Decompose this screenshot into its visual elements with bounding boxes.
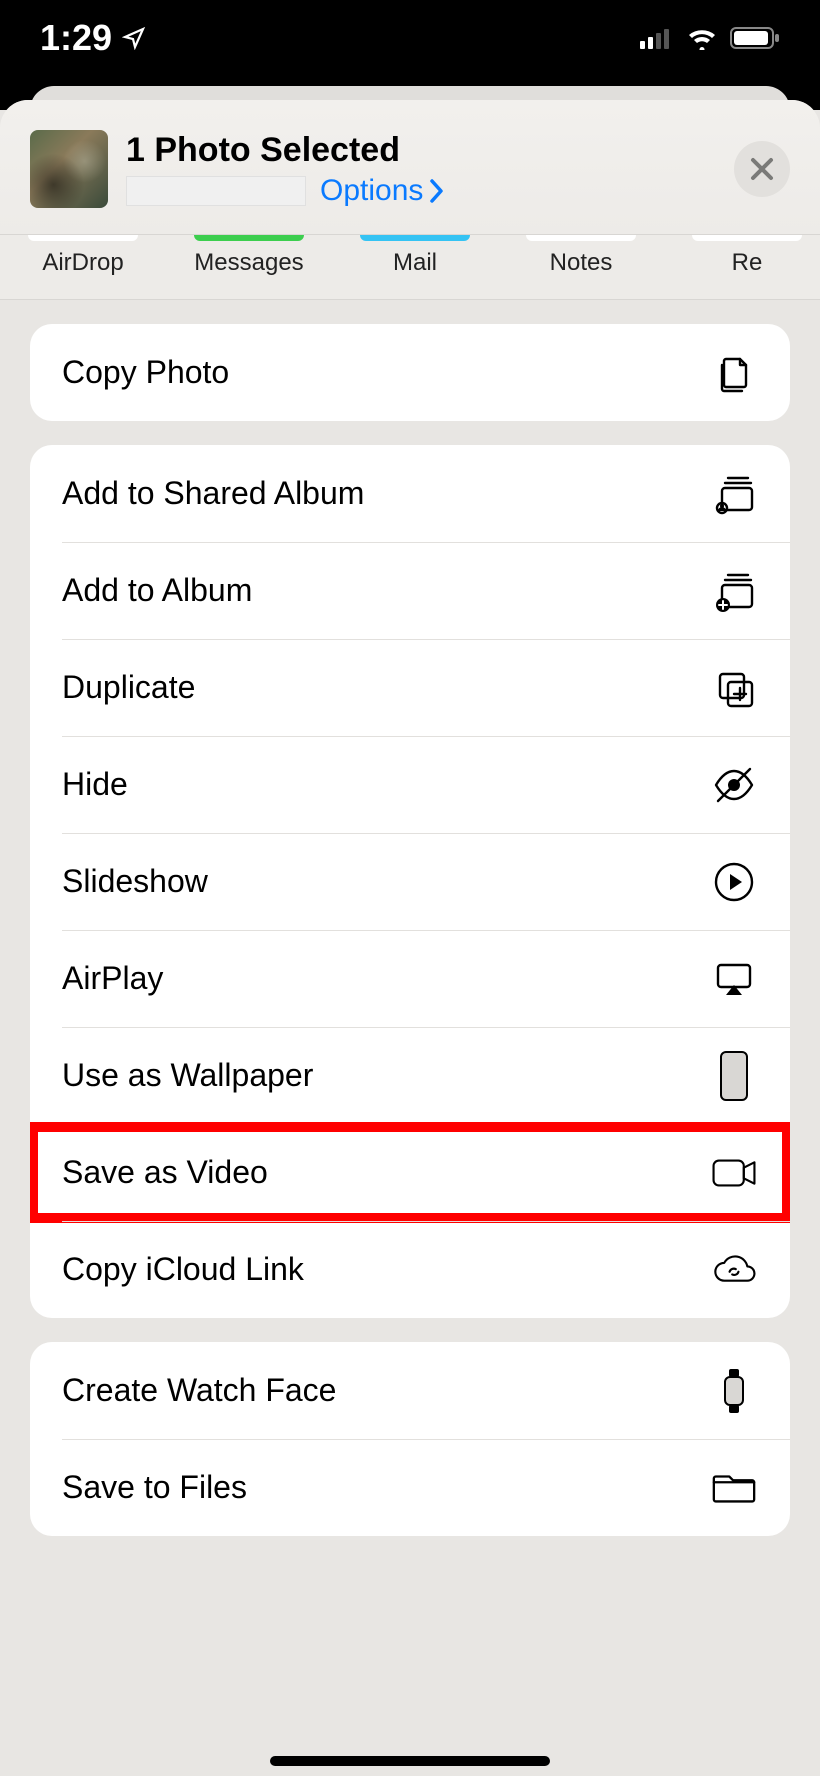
row-label: Add to Album — [62, 572, 252, 609]
airplay-icon — [710, 955, 758, 1003]
share-app-re[interactable]: Re — [664, 235, 820, 277]
phone-icon — [710, 1052, 758, 1100]
sheet-title: 1 Photo Selected — [126, 131, 734, 170]
hide-icon — [710, 761, 758, 809]
row-label: Duplicate — [62, 669, 195, 706]
share-app-row[interactable]: AirDrop Messages Mail Notes Re — [0, 235, 820, 300]
app-icon — [360, 235, 470, 241]
row-label: Add to Shared Album — [62, 475, 364, 512]
action-hide[interactable]: Hide — [30, 736, 790, 833]
status-time: 1:29 — [40, 17, 112, 59]
row-label: Create Watch Face — [62, 1372, 336, 1409]
folder-icon — [710, 1464, 758, 1512]
action-save-video[interactable]: Save as Video — [30, 1124, 790, 1221]
action-save-files[interactable]: Save to Files — [30, 1439, 790, 1536]
app-icon — [28, 235, 138, 241]
action-wallpaper[interactable]: Use as Wallpaper — [30, 1027, 790, 1124]
actions-card-3: Create Watch Face Save to Files — [30, 1342, 790, 1536]
action-copy-photo[interactable]: Copy Photo — [30, 324, 790, 421]
row-label: Copy Photo — [62, 354, 229, 391]
wifi-icon — [686, 26, 718, 50]
action-slideshow[interactable]: Slideshow — [30, 833, 790, 930]
app-label: Notes — [550, 249, 613, 277]
photo-thumbnail[interactable] — [30, 130, 108, 208]
share-sheet: 1 Photo Selected Options AirDrop Message… — [0, 100, 820, 1776]
row-label: Save as Video — [62, 1154, 268, 1191]
app-label: Messages — [194, 249, 303, 277]
battery-icon — [730, 26, 780, 50]
app-label: AirDrop — [42, 249, 123, 277]
row-label: Use as Wallpaper — [62, 1057, 313, 1094]
share-app-messages[interactable]: Messages — [166, 235, 332, 277]
sheet-header: 1 Photo Selected Options — [0, 100, 820, 235]
options-link[interactable]: Options — [320, 174, 447, 208]
app-icon — [194, 235, 304, 241]
row-label: Hide — [62, 766, 128, 803]
share-app-mail[interactable]: Mail — [332, 235, 498, 277]
cellular-signal-icon — [640, 27, 674, 49]
shared-album-icon — [710, 470, 758, 518]
row-label: Copy iCloud Link — [62, 1251, 304, 1288]
row-label: Slideshow — [62, 863, 208, 900]
app-label: Mail — [393, 249, 437, 277]
app-label: Re — [732, 249, 763, 277]
duplicate-icon — [710, 664, 758, 712]
share-app-airdrop[interactable]: AirDrop — [0, 235, 166, 277]
action-icloud-link[interactable]: Copy iCloud Link — [30, 1221, 790, 1318]
app-icon — [526, 235, 636, 241]
play-circle-icon — [710, 858, 758, 906]
action-add-shared-album[interactable]: Add to Shared Album — [30, 445, 790, 542]
home-indicator[interactable] — [270, 1756, 550, 1766]
close-icon — [749, 156, 775, 182]
app-icon — [692, 235, 802, 241]
actions-card-2: Add to Shared Album Add to Album Duplica… — [30, 445, 790, 1318]
row-label: AirPlay — [62, 960, 163, 997]
action-airplay[interactable]: AirPlay — [30, 930, 790, 1027]
redacted-subtitle — [126, 176, 306, 206]
status-icons — [640, 26, 780, 50]
action-add-album[interactable]: Add to Album — [30, 542, 790, 639]
close-button[interactable] — [734, 141, 790, 197]
action-watch-face[interactable]: Create Watch Face — [30, 1342, 790, 1439]
action-duplicate[interactable]: Duplicate — [30, 639, 790, 736]
add-album-icon — [710, 567, 758, 615]
cloud-link-icon — [710, 1246, 758, 1294]
actions-card-1: Copy Photo — [30, 324, 790, 421]
row-label: Save to Files — [62, 1469, 247, 1506]
location-arrow-icon — [122, 26, 146, 50]
share-app-notes[interactable]: Notes — [498, 235, 664, 277]
watch-icon — [710, 1367, 758, 1415]
video-icon — [710, 1149, 758, 1197]
copy-doc-icon — [710, 349, 758, 397]
